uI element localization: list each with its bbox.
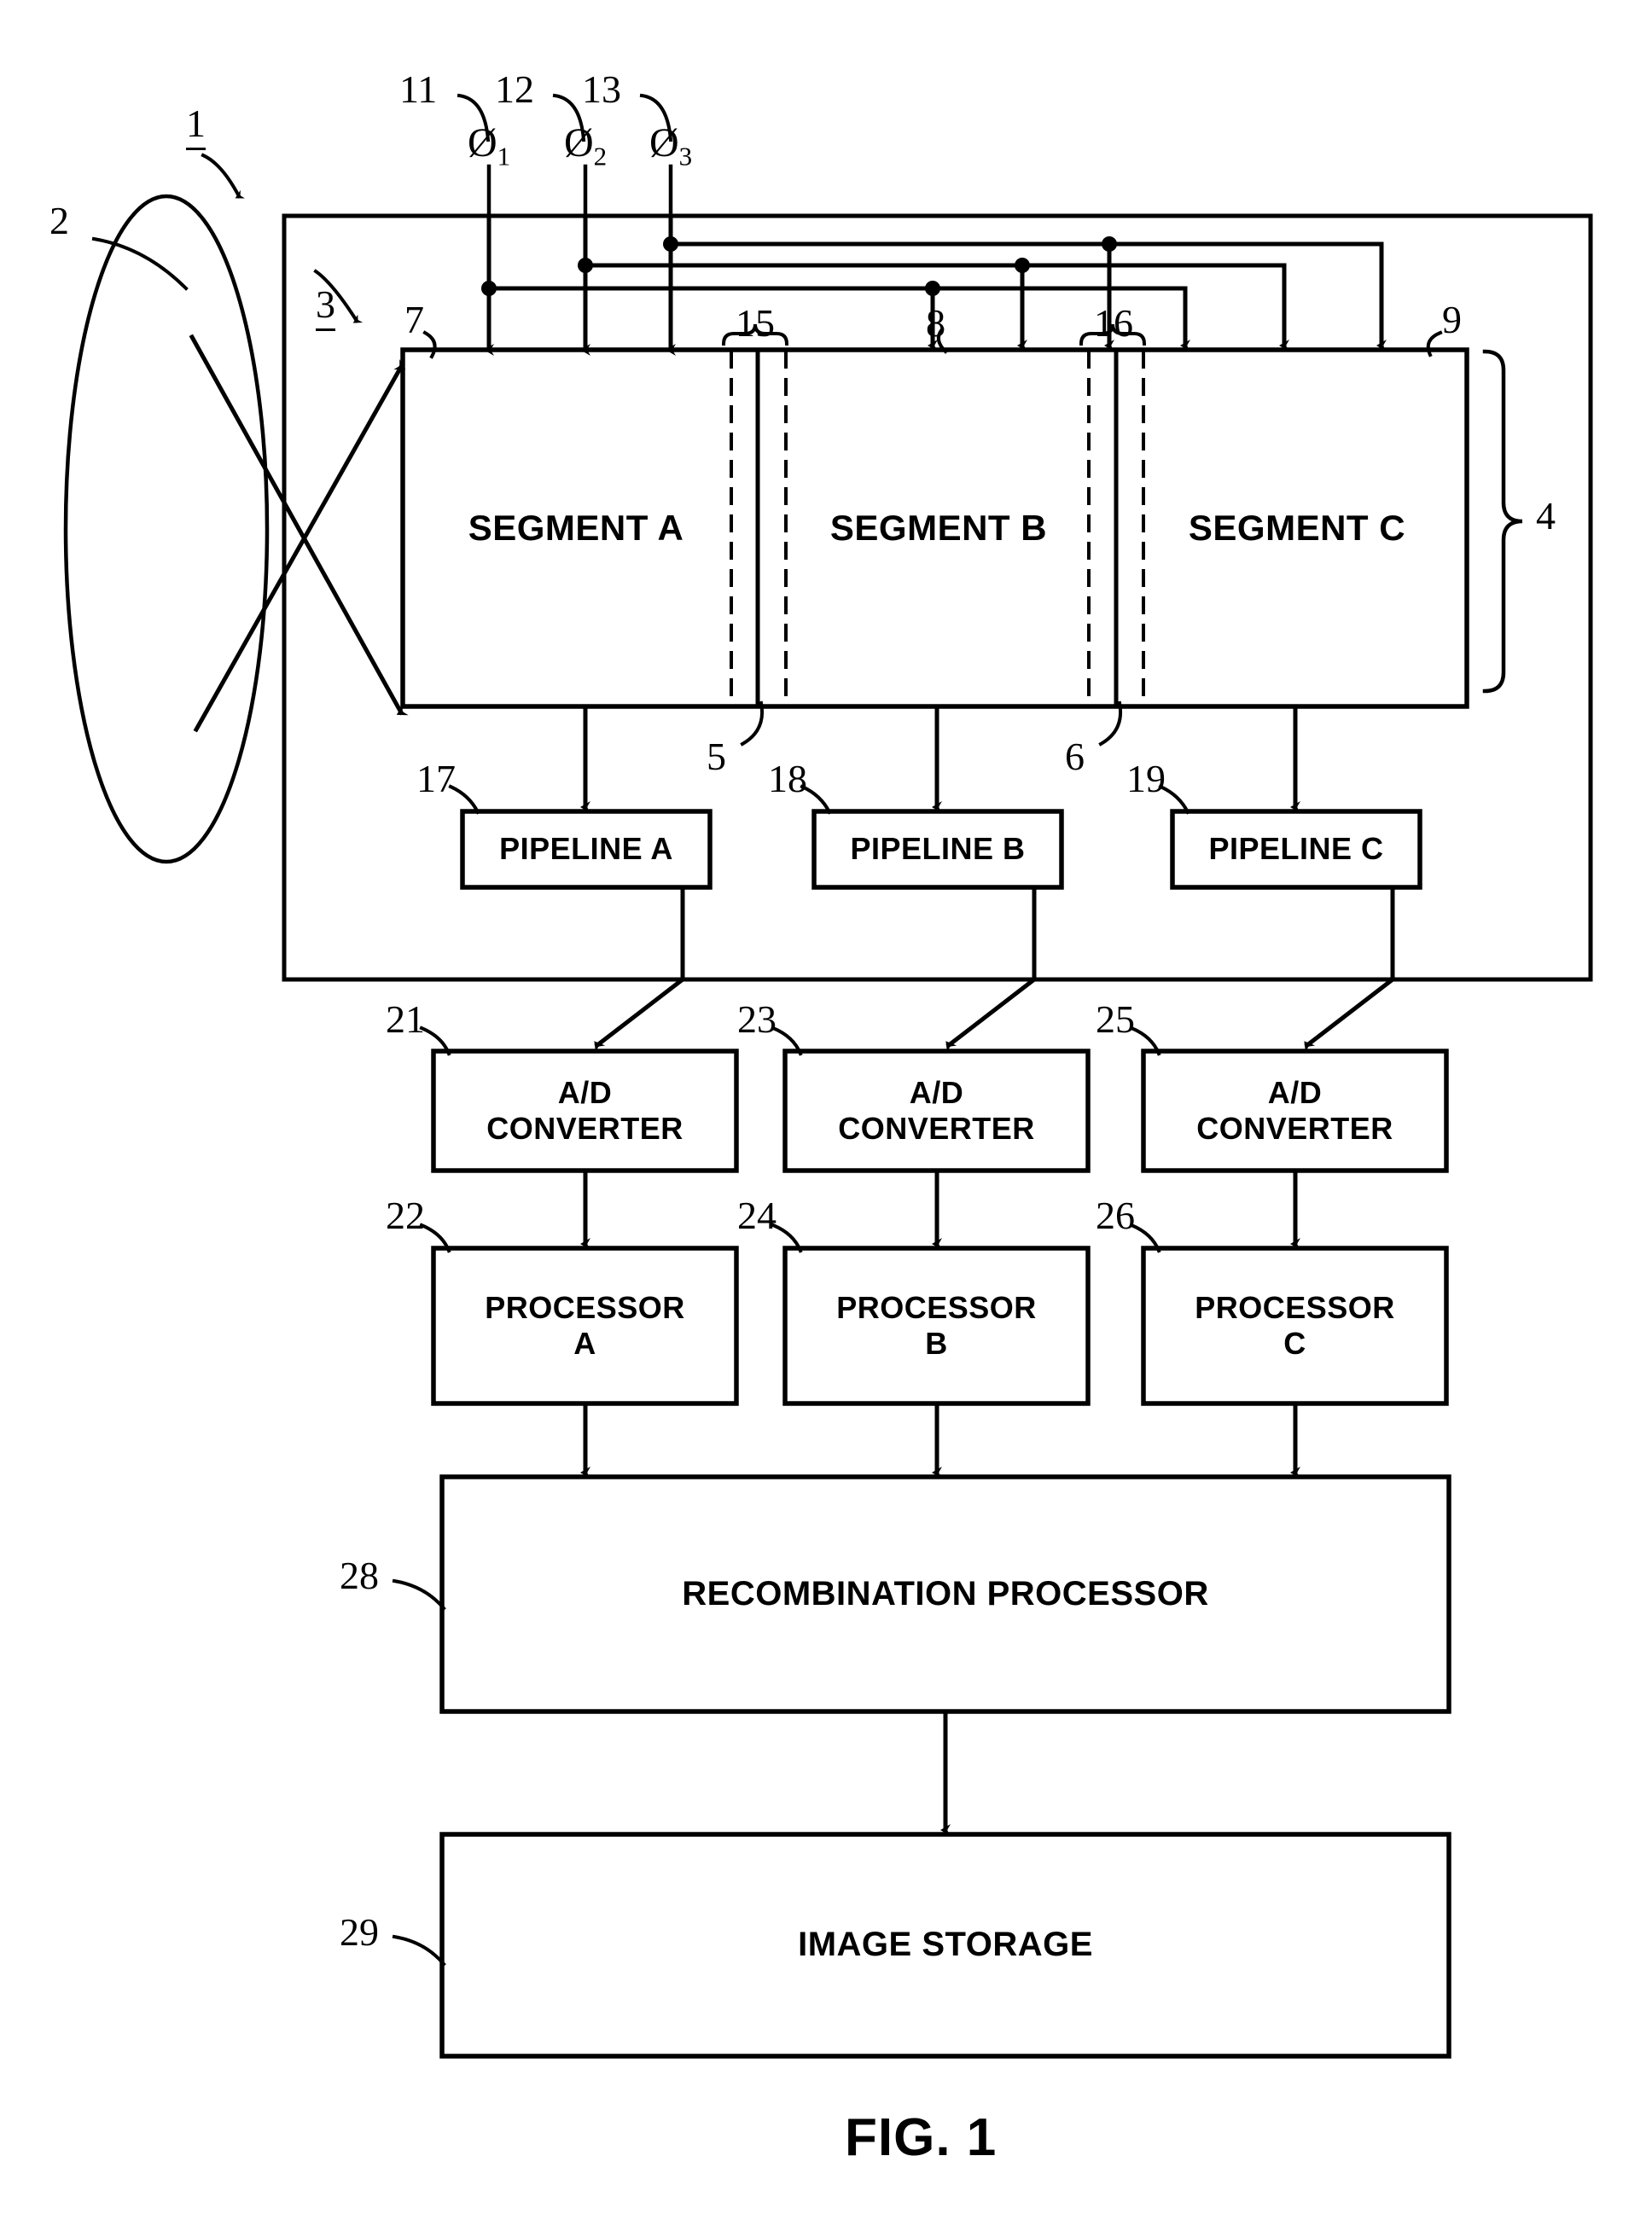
brace-sensor-array-4 <box>1482 349 1523 694</box>
ref-sensor-right-9: 9 <box>1442 298 1462 341</box>
pipeline-a-box <box>460 809 713 890</box>
ad-converter-a-box <box>431 1049 739 1173</box>
ref-sensor-array-4: 4 <box>1536 494 1556 538</box>
lens-ellipse <box>63 194 270 864</box>
phase-2-symbol: Ø2 <box>564 120 608 171</box>
pipeline-to-converter-links <box>594 885 1395 1054</box>
ref-phase-13: 13 <box>582 67 621 111</box>
ref-processor-22: 22 <box>386 1194 425 1237</box>
ref-converter-21: 21 <box>386 997 425 1041</box>
ref-converter-25: 25 <box>1096 997 1135 1041</box>
ref-phase-12: 12 <box>495 67 534 111</box>
ref-boundary-5: 5 <box>707 735 726 778</box>
phase-3-symbol: Ø3 <box>649 120 693 171</box>
pipeline-c-box <box>1170 809 1422 890</box>
recombination-processor-box <box>439 1474 1451 1714</box>
ref-processor-26: 26 <box>1096 1194 1135 1237</box>
ref-storage-29: 29 <box>340 1910 379 1954</box>
ref-recombination-28: 28 <box>340 1554 379 1597</box>
ref-pipeline-19: 19 <box>1126 757 1166 800</box>
patent-figure-page: Ø1 Ø2 Ø3 1 2 3 4 7 9 8 15 16 5 6 11 12 1… <box>0 0 1652 2214</box>
figure-caption: FIG. 1 <box>845 2108 998 2167</box>
ref-converter-23: 23 <box>737 997 777 1041</box>
ref-overlap-16: 16 <box>1094 301 1133 345</box>
processor-to-recombination-arrows <box>580 1401 1300 1479</box>
segment-to-pipeline-arrows <box>580 704 1300 813</box>
ad-converter-b-box <box>782 1049 1091 1173</box>
ref-phase-11: 11 <box>399 67 438 111</box>
optical-rays <box>189 334 409 733</box>
sensor-array-box <box>400 347 1469 709</box>
ref-processor-24: 24 <box>737 1194 777 1237</box>
ref-lens-2: 2 <box>49 199 69 242</box>
clock-phase-stems <box>486 164 673 218</box>
image-storage-box <box>439 1832 1451 2059</box>
phase-1-symbol: Ø1 <box>468 120 511 171</box>
figure-line-art <box>63 93 1593 2059</box>
processor-b-box <box>782 1246 1091 1406</box>
ref-pipeline-17: 17 <box>416 757 456 800</box>
ref-mid-column-8: 8 <box>926 301 945 345</box>
converter-to-processor-arrows <box>580 1168 1300 1250</box>
processor-a-box <box>431 1246 739 1406</box>
ref-sensor-left-7: 7 <box>404 298 424 341</box>
ref-camera-3: 3 <box>316 282 335 331</box>
ref-pipeline-18: 18 <box>768 757 807 800</box>
overlap-dashed-lines <box>730 351 1145 706</box>
processor-c-box <box>1141 1246 1449 1406</box>
ref-overlap-15: 15 <box>736 301 775 345</box>
ref-system-1: 1 <box>186 101 206 150</box>
ref-boundary-6: 6 <box>1065 735 1085 778</box>
ad-converter-c-box <box>1141 1049 1449 1173</box>
pipeline-b-box <box>811 809 1064 890</box>
